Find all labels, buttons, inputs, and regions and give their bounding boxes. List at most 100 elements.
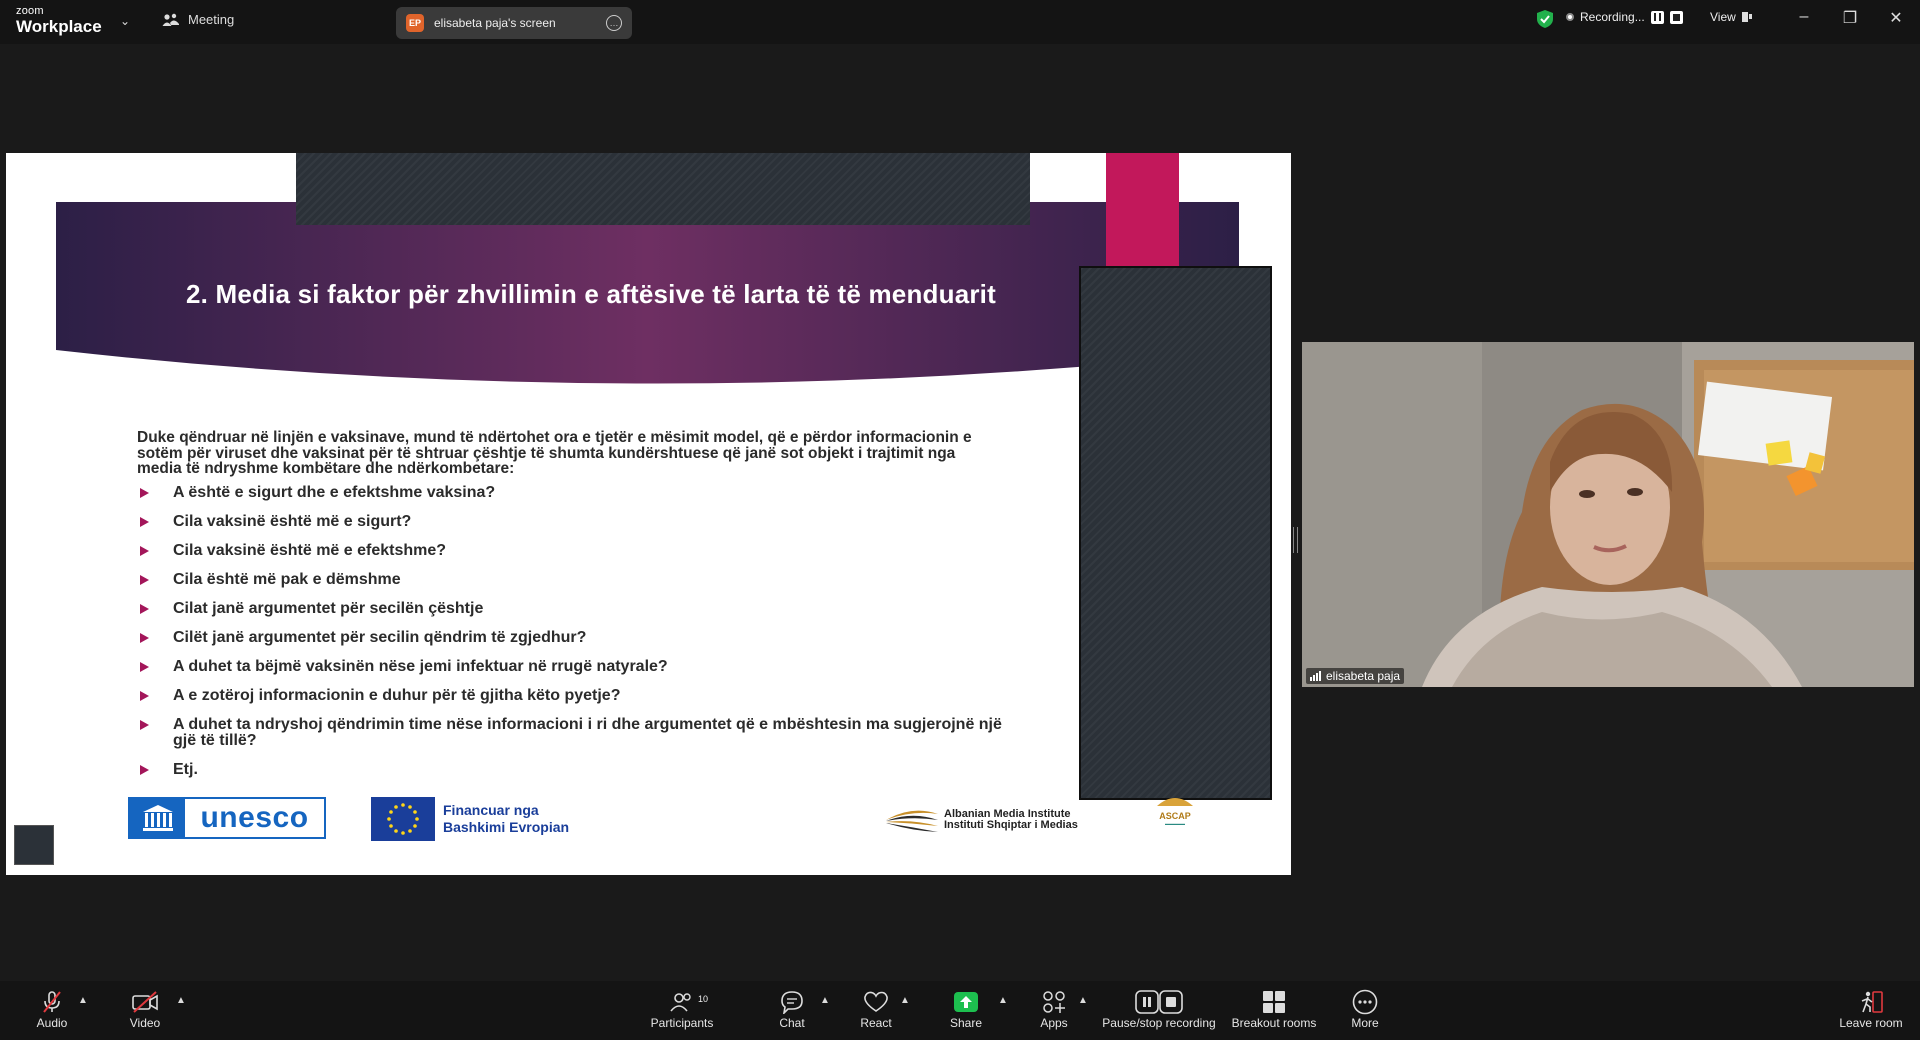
sharer-avatar: EP [406, 14, 424, 32]
chat-options-chevron-icon[interactable]: ▲ [820, 995, 830, 1006]
slide-intro: Duke qëndruar në linjën e vaksinave, mun… [137, 430, 1057, 477]
participants-button[interactable]: Participants [637, 989, 727, 1030]
zoom-logo[interactable]: zoom Workplace [16, 5, 102, 36]
close-icon[interactable]: ✕ [1881, 8, 1911, 28]
camera-off-icon [132, 991, 158, 1013]
more-options-icon[interactable]: … [606, 15, 622, 31]
eu-text: Financuar nga Bashkimi Evropian [443, 802, 569, 836]
apps-icon [1043, 991, 1065, 1013]
panel-resize-handle[interactable] [1293, 527, 1298, 553]
view-layout-icon [1741, 12, 1752, 22]
meeting-controls-toolbar: Audio ▲ Video ▲ Participants 10 Chat ▲ R… [0, 981, 1920, 1040]
participant-video-tile[interactable]: elisabeta paja [1302, 342, 1914, 687]
list-item: A e zotëroj informacionin e duhur për të… [137, 688, 1037, 704]
list-item: A është e sigurt dhe e efektshme vaksina… [137, 485, 1037, 501]
recording-dot-icon [1566, 13, 1574, 21]
react-label: React [860, 1016, 892, 1030]
meeting-label: Meeting [188, 12, 235, 27]
share-options-chevron-icon[interactable]: ▲ [998, 995, 1008, 1006]
brand-large: Workplace [16, 17, 102, 36]
intro-line: sotëm për viruset dhe vaksinat për të sh… [137, 444, 956, 462]
chat-label: Chat [779, 1016, 805, 1030]
ascap-subtitle-graphic: ▬▬▬▬▬ [1165, 821, 1185, 826]
pause-recording-icon[interactable] [1650, 10, 1664, 24]
meeting-menu[interactable]: Meeting [162, 12, 234, 27]
question-list: A është e sigurt dhe e efektshme vaksina… [137, 485, 1037, 778]
stop-recording-icon[interactable] [1669, 10, 1683, 24]
ascap-logo: ASCAP ▬▬▬▬▬ [1139, 793, 1211, 826]
minimize-icon[interactable]: – [1789, 8, 1819, 26]
heart-icon [864, 991, 888, 1012]
list-item: Cila vaksinë është më e efektshme? [137, 543, 1037, 559]
leave-room-label: Leave room [1839, 1016, 1903, 1030]
unesco-logo: unesco [128, 797, 326, 839]
list-item: Cilat janë argumentet për secilën çështj… [137, 601, 1037, 617]
ascap-text: ASCAP [1159, 811, 1191, 821]
microphone-muted-icon [43, 991, 61, 1013]
eu-logo: Financuar nga Bashkimi Evropian [371, 797, 569, 841]
video-options-chevron-icon[interactable]: ▲ [176, 995, 186, 1006]
breakout-rooms-label: Breakout rooms [1231, 1016, 1317, 1030]
react-options-chevron-icon[interactable]: ▲ [900, 995, 910, 1006]
chevron-down-icon[interactable]: ⌄ [120, 14, 130, 28]
people-icon [162, 13, 179, 26]
accent-bar [1106, 153, 1179, 268]
share-screen-icon [954, 992, 978, 1012]
list-item: Etj. [137, 762, 1037, 778]
slide-title: 2. Media si faktor për zhvillimin e aftë… [186, 279, 996, 309]
signal-strength-icon [1310, 671, 1321, 681]
audio-label: Audio [36, 1016, 68, 1030]
hidden-thumbnail [14, 825, 54, 865]
audio-options-chevron-icon[interactable]: ▲ [78, 995, 88, 1006]
more-icon [1352, 989, 1378, 1015]
intro-line: media të ndryshme kombëtare dhe ndërkomb… [137, 460, 515, 477]
eu-line: Bashkimi Evropian [443, 819, 570, 835]
apps-options-chevron-icon[interactable]: ▲ [1078, 995, 1088, 1006]
ami-line: Instituti Shqiptar i Medias [944, 819, 1078, 831]
eu-line: Financuar nga [443, 802, 539, 818]
brand-small: zoom [16, 5, 44, 17]
top-bar: zoom Workplace ⌄ Meeting EP elisabeta pa… [0, 0, 1920, 44]
participants-count: 10 [698, 994, 709, 1004]
pause-stop-recording-button[interactable]: Pause/stop recording [1093, 989, 1225, 1030]
eu-flag-icon [371, 797, 435, 841]
screen-share-label: elisabeta paja's screen [434, 16, 556, 30]
breakout-rooms-icon [1263, 991, 1285, 1013]
hidden-region [1079, 266, 1272, 800]
view-menu[interactable]: View [1710, 10, 1754, 24]
participants-icon [670, 993, 691, 1012]
unesco-text: unesco [200, 801, 309, 834]
leave-room-button[interactable]: Leave room [1826, 989, 1916, 1030]
breakout-rooms-button[interactable]: Breakout rooms [1228, 989, 1320, 1030]
screen-share-indicator[interactable]: EP elisabeta paja's screen … [396, 7, 632, 39]
list-item: A duhet ta bëjmë vaksinën nëse jemi infe… [137, 659, 1037, 675]
intro-line: Duke qëndruar në linjën e vaksinave, mun… [137, 429, 972, 446]
chat-icon [781, 991, 803, 1014]
temple-icon [130, 799, 185, 837]
restore-icon[interactable]: ❐ [1835, 8, 1865, 28]
leave-room-icon [1861, 991, 1883, 1013]
ami-logo: Albanian Media Institute Instituti Shqip… [886, 805, 1078, 835]
more-label: More [1351, 1016, 1379, 1030]
participants-label: Participants [650, 1016, 714, 1030]
pause-stop-label: Pause/stop recording [1102, 1016, 1216, 1030]
list-item: Cilët janë argumentet për secilin qëndri… [137, 630, 1037, 646]
share-label: Share [949, 1016, 983, 1030]
apps-label: Apps [1040, 1016, 1068, 1030]
question-line: A duhet ta ndryshoj qëndrimin time nëse … [173, 716, 1002, 733]
pause-stop-icon [1135, 990, 1183, 1014]
more-button[interactable]: More [1320, 989, 1410, 1030]
list-item: Cila vaksinë është më e sigurt? [137, 514, 1037, 530]
participant-name-tag: elisabeta paja [1306, 668, 1405, 684]
recording-label: Recording... [1580, 10, 1645, 24]
screen-share-toolbar-occlusion [296, 153, 1030, 225]
video-label: Video [129, 1016, 161, 1030]
participant-video-frame [1302, 342, 1914, 687]
list-item: A duhet ta ndryshoj qëndrimin time nëse … [137, 717, 1037, 749]
shared-screen-slide: 2. Media si faktor për zhvillimin e aftë… [6, 153, 1291, 875]
ami-text: Albanian Media Institute Instituti Shqip… [944, 809, 1078, 831]
ami-swoosh-icon [886, 810, 938, 832]
question-line: gjë të tillë? [173, 732, 257, 749]
encryption-shield-icon[interactable] [1537, 10, 1553, 28]
list-item: Cila është më pak e dëmshme [137, 572, 1037, 588]
